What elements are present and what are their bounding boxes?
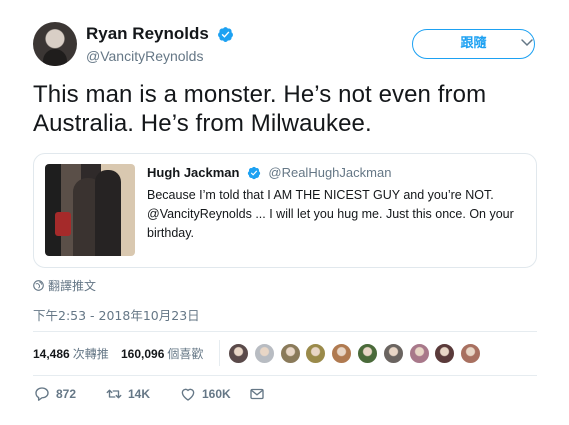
liker-avatar[interactable] — [331, 343, 353, 364]
liker-avatar[interactable] — [382, 343, 404, 364]
author-info[interactable]: Ryan Reynolds @VancityReynolds — [86, 24, 234, 64]
liker-avatar[interactable] — [279, 343, 301, 364]
liker-avatar[interactable] — [357, 343, 378, 364]
follow-button[interactable]: 跟隨 — [412, 29, 535, 59]
translate-label[interactable]: 翻譯推文 — [48, 279, 96, 293]
chevron-down-icon[interactable] — [520, 35, 534, 49]
liker-avatar[interactable] — [434, 343, 456, 364]
tweet-card: Ryan Reynolds @VancityReynolds 跟隨 This m… — [0, 0, 569, 425]
quoted-tweet-body: Hugh Jackman @RealHughJackman Because I’… — [147, 164, 527, 243]
translate-tweet-link[interactable]: 翻譯推文 — [33, 277, 96, 294]
like-count: 160K — [202, 387, 231, 401]
divider — [33, 331, 537, 332]
stats-separator — [219, 340, 220, 366]
quoted-display-name: Hugh Jackman — [147, 165, 240, 181]
liker-avatar[interactable] — [253, 343, 275, 364]
author-display-name[interactable]: Ryan Reynolds — [86, 24, 209, 44]
direct-message-button[interactable] — [248, 385, 266, 405]
globe-icon — [33, 280, 44, 291]
tweet-timestamp[interactable]: 下午2:53 - 2018年10月23日 — [33, 305, 200, 324]
retweets-count[interactable]: 14,486 — [33, 347, 70, 361]
liker-avatar[interactable] — [408, 343, 430, 364]
verified-badge-icon — [247, 166, 261, 179]
reply-icon — [35, 387, 49, 401]
tweet-stats: 14,486 次轉推 160,096 個喜歡 — [33, 333, 537, 375]
quoted-tweet-image[interactable] — [45, 164, 135, 256]
verified-badge-icon — [218, 26, 234, 42]
retweets-label[interactable]: 次轉推 — [73, 347, 109, 361]
retweet-count: 14K — [128, 387, 151, 401]
tweet-text: This man is a monster. He’s not even fro… — [33, 81, 487, 137]
author-avatar[interactable] — [33, 22, 77, 66]
retweet-icon — [106, 389, 122, 399]
likes-stat[interactable]: 160,096 個喜歡 — [121, 345, 203, 362]
like-button[interactable]: 160K — [179, 385, 231, 405]
heart-icon — [181, 388, 195, 401]
quoted-tweet-text: Because I’m told that I AM THE NICEST GU… — [147, 188, 514, 240]
reply-button[interactable]: 872 — [33, 385, 76, 405]
liker-avatar[interactable] — [228, 343, 249, 364]
tweet-header: Ryan Reynolds @VancityReynolds 跟隨 — [33, 22, 543, 66]
envelope-icon — [250, 388, 264, 400]
retweet-button[interactable]: 14K — [105, 385, 150, 405]
quoted-tweet[interactable]: Hugh Jackman @RealHughJackman Because I’… — [33, 153, 537, 268]
author-handle[interactable]: @VancityReynolds — [86, 48, 234, 64]
liker-avatar[interactable] — [460, 343, 482, 364]
divider — [33, 375, 537, 376]
reply-count: 872 — [56, 387, 77, 401]
likes-label[interactable]: 個喜歡 — [167, 347, 203, 361]
liker-avatar[interactable] — [305, 343, 327, 364]
tweet-actions: 872 14K 160K — [33, 385, 333, 405]
likes-count[interactable]: 160,096 — [121, 347, 164, 361]
quoted-handle: @RealHughJackman — [268, 165, 392, 181]
retweets-stat[interactable]: 14,486 次轉推 — [33, 345, 109, 362]
